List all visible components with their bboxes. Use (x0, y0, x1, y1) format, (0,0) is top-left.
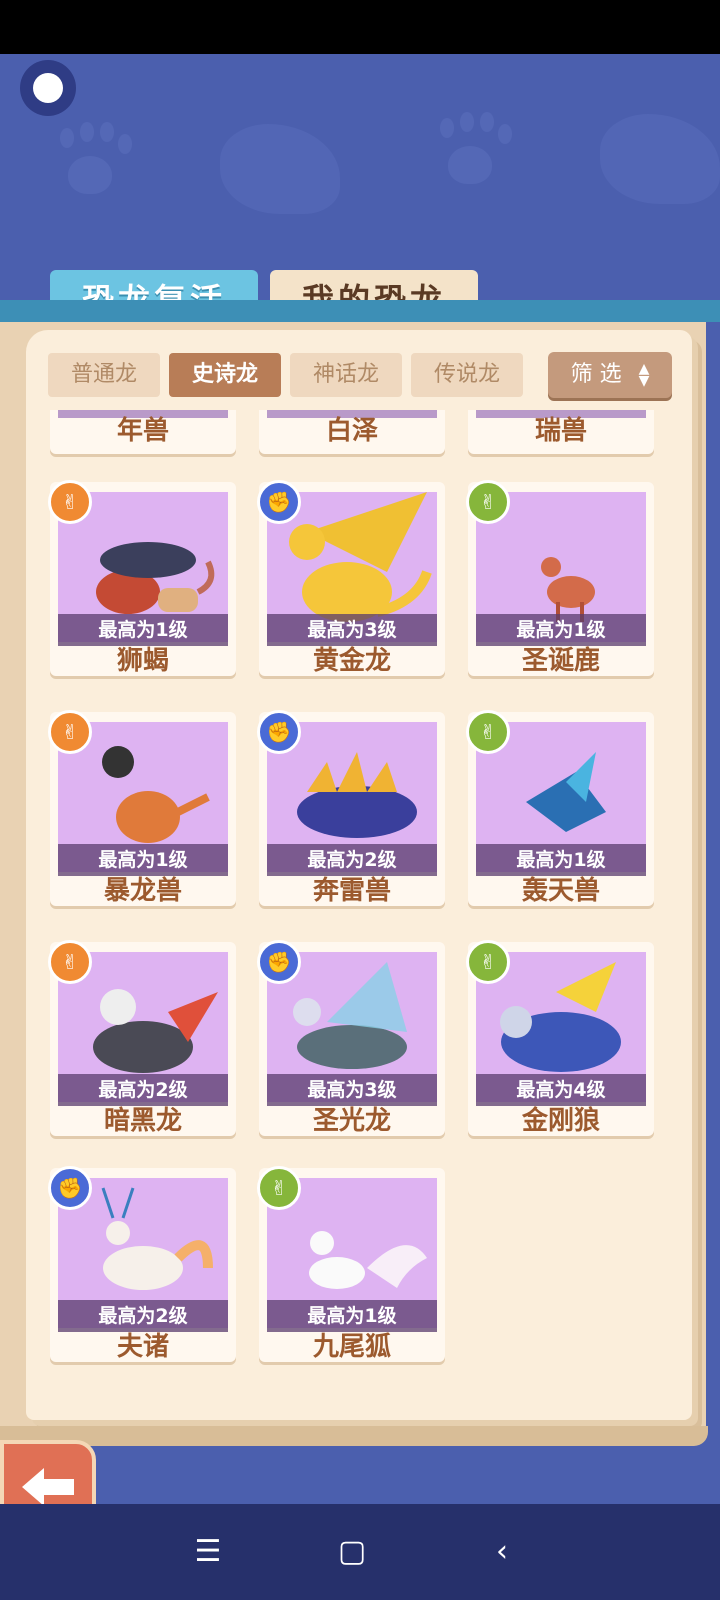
scissors-hand-icon: ✌ (466, 710, 510, 754)
card-name: 圣光龙 (312, 1106, 391, 1136)
scissors-hand-icon: ✌ (48, 710, 92, 754)
card-name: 奔雷兽 (312, 876, 391, 906)
sort-arrows-icon: ▲ ▼ (638, 361, 650, 389)
filter-tab-epic[interactable]: 史诗龙 (169, 353, 281, 397)
card-name: 暴龙兽 (103, 876, 182, 906)
filter-tab-common[interactable]: 普通龙 (48, 353, 160, 397)
partial-card[interactable]: 瑞兽 (468, 410, 654, 454)
filter-tab-myth[interactable]: 神话龙 (290, 353, 402, 397)
card-name: 圣诞鹿 (521, 646, 600, 676)
card-name: 九尾狐 (312, 1332, 391, 1362)
scissors-hand-icon: ✌ (48, 480, 92, 524)
book-bottom (0, 1426, 708, 1446)
level-label: 最高为1级 (476, 614, 646, 646)
status-bar (0, 0, 720, 54)
dino-card[interactable]: 最高为1级 暴龙兽 ✌ (48, 710, 236, 906)
scissors-hand-icon: ✌ (48, 940, 92, 984)
scissors-hand-icon: ✌ (257, 1166, 301, 1210)
level-label: 最高为2级 (58, 1300, 228, 1332)
dino-card[interactable]: 最高为3级 黄金龙 ✊ (257, 480, 445, 676)
card-name: 暗黑龙 (103, 1106, 182, 1136)
level-label: 最高为3级 (267, 1074, 437, 1106)
level-label: 最高为1级 (58, 614, 228, 646)
dino-card[interactable]: 最高为2级 暗黑龙 ✌ (48, 940, 236, 1136)
fist-hand-icon: ✊ (257, 480, 301, 524)
filter-button[interactable]: 筛 选 ▲ ▼ (548, 352, 672, 398)
book-spine (0, 300, 720, 322)
dino-card[interactable]: 最高为1级 轰天兽 ✌ (466, 710, 654, 906)
dino-card[interactable]: 最高为1级 狮蝎 ✌ (48, 480, 236, 676)
card-name: 年兽 (116, 416, 169, 446)
level-label: 最高为3级 (267, 614, 437, 646)
card-name: 狮蝎 (116, 646, 169, 676)
card-name: 白泽 (325, 416, 378, 446)
level-label: 最高为2级 (267, 844, 437, 876)
dino-card[interactable]: 最高为2级 奔雷兽 ✊ (257, 710, 445, 906)
menu-icon[interactable]: ☰ (178, 1520, 238, 1584)
card-name: 夫诸 (116, 1332, 169, 1362)
dino-card[interactable]: 最高为1级 九尾狐 ✌ (257, 1166, 445, 1362)
dino-card[interactable]: 最高为2级 夫诸 ✊ (48, 1166, 236, 1362)
partial-card[interactable]: 白泽 (259, 410, 445, 454)
card-name: 瑞兽 (534, 416, 587, 446)
home-circle-icon[interactable] (20, 60, 76, 116)
dino-card[interactable]: 最高为3级 圣光龙 ✊ (257, 940, 445, 1136)
fist-hand-icon: ✊ (257, 710, 301, 754)
level-label: 最高为1级 (58, 844, 228, 876)
dino-card[interactable]: 最高为1级 圣诞鹿 ✌ (466, 480, 654, 676)
fist-hand-icon: ✊ (48, 1166, 92, 1210)
level-label: 最高为2级 (58, 1074, 228, 1106)
filter-label: 筛 选 (570, 362, 622, 387)
scissors-hand-icon: ✌ (466, 480, 510, 524)
back-chevron-icon[interactable]: ‹ (472, 1520, 532, 1584)
dino-card[interactable]: 最高为4级 金刚狼 ✌ (466, 940, 654, 1136)
home-square-icon[interactable]: ▢ (322, 1520, 382, 1584)
card-name: 轰天兽 (521, 876, 600, 906)
level-label: 最高为1级 (267, 1300, 437, 1332)
card-name: 黄金龙 (312, 646, 391, 676)
filter-tab-legend[interactable]: 传说龙 (411, 353, 523, 397)
level-label: 最高为4级 (476, 1074, 646, 1106)
fist-hand-icon: ✊ (257, 940, 301, 984)
card-name: 金刚狼 (521, 1106, 600, 1136)
partial-card[interactable]: 年兽 (50, 410, 236, 454)
scissors-hand-icon: ✌ (466, 940, 510, 984)
level-label: 最高为1级 (476, 844, 646, 876)
